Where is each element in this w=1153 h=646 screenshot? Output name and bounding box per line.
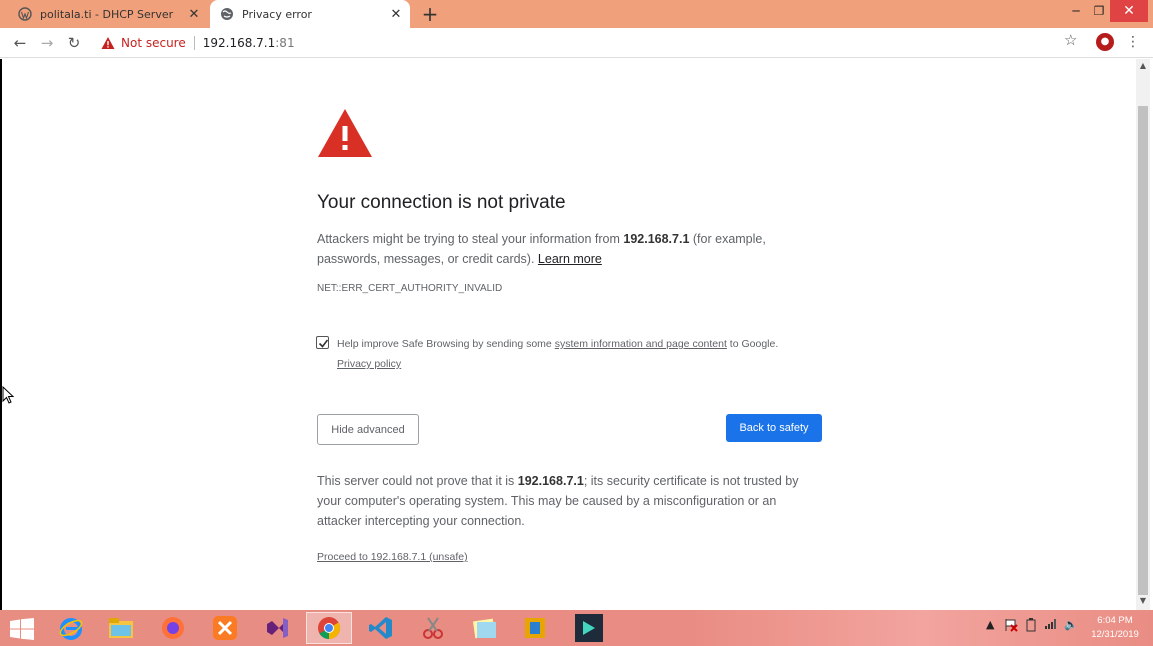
tab-strip: politala.ti - DHCP Server ✕ Privacy erro…	[0, 0, 1153, 28]
action-center-icon[interactable]	[1004, 618, 1018, 635]
system-information-link[interactable]: system information and page content	[555, 338, 727, 350]
minimize-button[interactable]: ─	[1064, 0, 1088, 22]
address-bar[interactable]: Not secure 192.168.7.1:81	[92, 31, 1088, 55]
app-icon[interactable]	[512, 612, 558, 644]
chrome-icon[interactable]	[306, 612, 352, 644]
intro-host: 192.168.7.1	[623, 232, 690, 246]
warning-icon	[101, 37, 115, 49]
battery-icon[interactable]	[1025, 618, 1037, 635]
browser-toolbar: ← → ↻ Not secure 192.168.7.1:81 ☆ ● ⋮	[0, 28, 1153, 58]
mouse-cursor-icon	[2, 386, 14, 404]
filmora-icon[interactable]	[566, 612, 612, 644]
reload-icon[interactable]: ↻	[65, 34, 83, 52]
internet-explorer-icon[interactable]	[48, 612, 94, 644]
volume-icon[interactable]: 🔈	[1064, 618, 1078, 631]
back-to-safety-button[interactable]: Back to safety	[726, 414, 822, 442]
scroll-thumb[interactable]	[1138, 106, 1148, 595]
file-explorer-icon[interactable]	[98, 612, 144, 644]
xampp-icon[interactable]	[202, 612, 248, 644]
forward-arrow-icon[interactable]: →	[38, 34, 56, 52]
details-paragraph: This server could not prove that it is 1…	[317, 471, 817, 531]
close-icon[interactable]: ✕	[386, 7, 406, 22]
details-text: This server could not prove that it is	[317, 474, 518, 488]
security-label[interactable]: Not secure	[121, 36, 186, 50]
intro-paragraph: Attackers might be trying to steal your …	[317, 229, 817, 269]
scroll-up-icon[interactable]: ▲	[1136, 61, 1150, 73]
safe-browsing-option: Help improve Safe Browsing by sending so…	[316, 334, 826, 374]
hide-advanced-button[interactable]: Hide advanced	[317, 414, 419, 445]
page-title: Your connection is not private	[317, 192, 566, 213]
network-signal-icon[interactable]	[1044, 618, 1058, 633]
checkbox-text-after: to Google.	[726, 338, 779, 350]
system-clock[interactable]: 6:04 PM 12/31/2019	[1088, 614, 1142, 642]
wordpress-icon	[18, 7, 32, 21]
vscode-icon[interactable]	[358, 612, 404, 644]
snipping-tool-icon[interactable]	[410, 612, 456, 644]
url-port: :81	[275, 36, 295, 50]
new-tab-button[interactable]: +	[420, 2, 440, 26]
tab-title: politala.ti - DHCP Server	[40, 7, 174, 21]
checkmark-icon	[318, 339, 329, 348]
tab-title: Privacy error	[242, 7, 312, 21]
safe-browsing-checkbox[interactable]	[316, 336, 329, 349]
sticky-notes-icon[interactable]	[462, 612, 508, 644]
clock-date: 12/31/2019	[1091, 629, 1139, 640]
bookmark-star-icon[interactable]: ☆	[1064, 31, 1077, 49]
proceed-unsafe-link[interactable]: Proceed to 192.168.7.1 (unsafe)	[317, 551, 468, 563]
scroll-down-icon[interactable]: ▼	[1136, 596, 1150, 608]
close-icon[interactable]: ✕	[184, 7, 204, 22]
checkbox-text: Help improve Safe Browsing by sending so…	[337, 338, 555, 350]
restore-button[interactable]: ❐	[1088, 0, 1110, 22]
visual-studio-icon[interactable]	[254, 612, 300, 644]
window-close-button[interactable]: ✕	[1110, 0, 1148, 22]
learn-more-link[interactable]: Learn more	[538, 252, 602, 266]
url-host: 192.168.7.1	[202, 36, 276, 50]
clock-time: 6:04 PM	[1097, 615, 1133, 626]
firefox-icon[interactable]	[150, 612, 196, 644]
tab-privacy-error[interactable]: Privacy error ✕	[210, 0, 410, 28]
more-menu-icon[interactable]: ⋮	[1126, 33, 1140, 51]
windows-start-icon[interactable]	[10, 618, 34, 640]
back-arrow-icon[interactable]: ←	[11, 34, 29, 52]
windows-taskbar: ▲ 🔈	[0, 610, 1153, 646]
profile-avatar-icon[interactable]: ●	[1096, 33, 1114, 51]
globe-icon	[220, 7, 234, 21]
error-code: NET::ERR_CERT_AUTHORITY_INVALID	[317, 283, 503, 294]
tab-dhcp-server[interactable]: politala.ti - DHCP Server ✕	[8, 0, 208, 28]
show-hidden-icons[interactable]: ▲	[986, 618, 994, 631]
intro-text: Attackers might be trying to steal your …	[317, 232, 624, 246]
privacy-policy-link[interactable]: Privacy policy	[337, 358, 401, 370]
details-host: 192.168.7.1	[517, 474, 584, 488]
divider	[193, 36, 195, 50]
warning-triangle-icon	[318, 109, 372, 157]
vertical-scrollbar[interactable]: ▲ ▼	[1136, 59, 1150, 610]
